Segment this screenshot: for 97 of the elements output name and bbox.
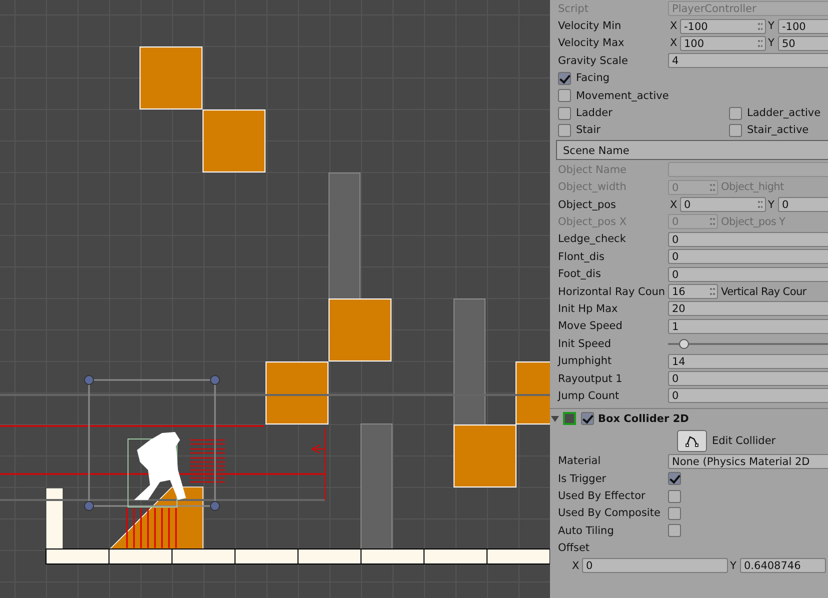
scene-name-box[interactable]: Scene Name (556, 140, 828, 160)
axis-label: X (670, 37, 678, 50)
number-field[interactable]: 0.6408746 (740, 558, 826, 574)
scene-view[interactable] (0, 0, 550, 598)
axis-label: Y (768, 37, 776, 50)
field-label: Object_pos (558, 198, 618, 211)
input-field[interactable]: 20 (668, 301, 828, 316)
field-label: Init Speed (558, 338, 612, 350)
input-field[interactable]: 0 (668, 371, 828, 386)
checkbox-label: Facing (576, 72, 610, 84)
slider-track[interactable] (668, 338, 828, 350)
checkbox[interactable] (668, 506, 681, 520)
tile-block (328, 298, 392, 362)
field-label: Is Trigger (558, 472, 608, 485)
tile-block (202, 110, 266, 172)
input-field[interactable]: 0 (668, 232, 828, 247)
input-field[interactable]: 4 (668, 53, 828, 68)
checkbox[interactable] (558, 124, 571, 137)
field-label: Object Name (558, 164, 628, 176)
axis-label: X (670, 20, 678, 32)
field-label: Used By Composite (558, 507, 662, 520)
axis-label: X (572, 560, 580, 572)
field-label: Object_pos X (558, 216, 628, 228)
field-label: Ledge_check (558, 233, 627, 246)
component-header[interactable]: Box Collider 2D (550, 408, 828, 429)
field-label: Flont_dis (558, 250, 606, 263)
checkbox[interactable] (558, 106, 571, 120)
field-label: Horizontal Ray Coun (558, 286, 666, 298)
number-field[interactable]: 16 (668, 284, 718, 300)
field-label: Init Hp Max (558, 302, 619, 315)
field-label: Object_hight (721, 181, 784, 194)
ray-lines (190, 440, 226, 482)
spinner-icon (710, 184, 713, 191)
field-label: Rayoutput 1 (558, 372, 624, 384)
number-field[interactable]: 0 (680, 197, 766, 212)
polygon-icon (685, 434, 699, 447)
spinner-icon (710, 218, 713, 226)
spinner-icon (758, 201, 761, 208)
arrow-icon (312, 444, 326, 454)
spinner-icon (758, 22, 761, 30)
checkbox[interactable] (558, 89, 571, 102)
field-label: Jump Count (558, 390, 620, 402)
field-label: Object_pos Y (721, 216, 786, 228)
field-label: Velocity Max (558, 37, 626, 50)
checkbox[interactable] (668, 524, 681, 538)
field-label: Gravity Scale (558, 54, 629, 67)
number-field[interactable]: 100 (680, 36, 766, 51)
checkbox-label: Movement_active (576, 90, 669, 102)
input-field[interactable]: 0 (668, 266, 828, 282)
axis-label: X (670, 198, 678, 211)
number-field[interactable]: -100 (778, 18, 828, 34)
axis-label: Y (768, 20, 776, 32)
input-field[interactable]: 14 (668, 354, 828, 369)
checkbox[interactable] (558, 72, 571, 85)
field-label: Velocity Min (558, 20, 622, 32)
collider-icon (563, 412, 576, 426)
checkbox-label: Ladder_active (747, 107, 821, 120)
checkbox-label: Stair (576, 124, 600, 136)
checkbox[interactable] (581, 412, 594, 426)
checkbox[interactable] (729, 124, 742, 137)
field-label: Used By Effector (558, 490, 646, 502)
field-label: Script (558, 2, 590, 15)
input-field[interactable]: 0 (668, 388, 828, 404)
spinner-icon (710, 288, 713, 296)
number-field[interactable]: 0 (778, 197, 828, 212)
number-field[interactable]: -100 (680, 18, 766, 34)
axis-label: Y (768, 198, 776, 211)
slider-thumb[interactable] (678, 338, 688, 349)
number-field[interactable]: 50 (778, 36, 828, 51)
checkbox[interactable] (668, 472, 681, 486)
edit-collider-button[interactable] (677, 430, 707, 452)
checkbox-label: Stair_active (747, 124, 809, 136)
checkbox[interactable] (729, 106, 742, 120)
spinner-icon (758, 40, 761, 47)
field-label: Auto Tiling (558, 524, 615, 537)
ray-lines (126, 508, 177, 548)
field-label: Offset (558, 542, 591, 554)
input-field[interactable]: 0 (668, 249, 828, 264)
input-field[interactable]: 1 (668, 318, 828, 334)
field-label: Move Speed (558, 320, 624, 332)
component-title: Box Collider 2D (598, 412, 689, 425)
field-label: Vertical Ray Cour (721, 286, 806, 298)
field-label: Jumphight (558, 355, 613, 368)
number-field[interactable]: 0 (582, 558, 728, 574)
selection-box[interactable] (84, 375, 220, 511)
edit-collider-label: Edit Collider (712, 434, 776, 447)
field-label: Material (558, 455, 602, 468)
tile-block (140, 46, 202, 110)
field-label: Object_width (558, 181, 628, 194)
checkbox[interactable] (668, 490, 681, 503)
tile-block (266, 362, 328, 424)
axis-label: Y (730, 560, 738, 572)
field-label: Foot_dis (558, 268, 602, 280)
wall-block (46, 488, 64, 550)
character-drawing[interactable] (128, 432, 186, 508)
checkbox-label: Ladder (576, 107, 612, 120)
material-field[interactable]: None (Physics Material 2D (668, 454, 828, 469)
